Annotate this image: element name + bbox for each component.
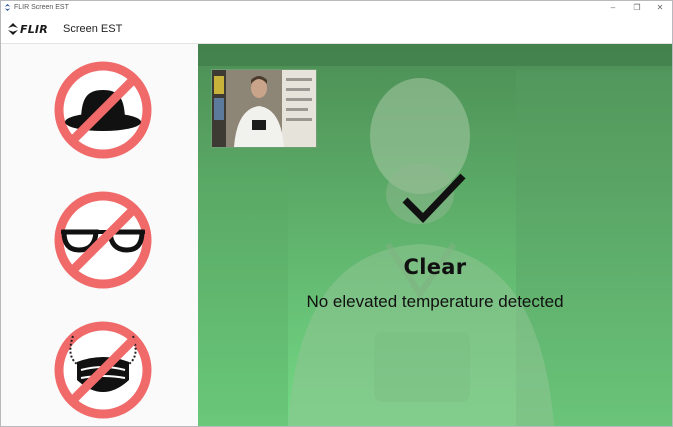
no-glasses-icon <box>54 191 152 289</box>
minimize-button[interactable]: – <box>602 1 624 15</box>
no-hat-icon <box>54 61 152 159</box>
thermal-camera-view: Clear No elevated temperature detected <box>198 44 672 426</box>
app-header: FLIR Screen EST <box>1 15 672 44</box>
flir-logo: FLIR <box>8 22 48 36</box>
camera-preview-thumbnail <box>211 69 317 148</box>
maximize-button[interactable]: ❐ <box>626 1 648 15</box>
app-window: FLIR Screen EST – ❐ ✕ FLIR Screen EST Cl… <box>0 0 673 427</box>
screening-rules-panel <box>1 44 198 426</box>
flir-app-icon <box>4 4 11 11</box>
window-title: FLIR Screen EST <box>14 4 69 11</box>
logo-text: FLIR <box>20 22 48 36</box>
flir-logo-icon <box>8 23 18 35</box>
close-button[interactable]: ✕ <box>649 1 671 15</box>
no-mask-icon <box>54 321 152 419</box>
app-name: Screen EST <box>63 23 123 35</box>
status-message: No elevated temperature detected <box>306 292 564 311</box>
visible-camera-image <box>212 70 316 147</box>
title-bar: FLIR Screen EST – ❐ ✕ <box>1 1 672 15</box>
checkmark-icon <box>402 173 466 224</box>
status-title: Clear <box>403 255 467 279</box>
